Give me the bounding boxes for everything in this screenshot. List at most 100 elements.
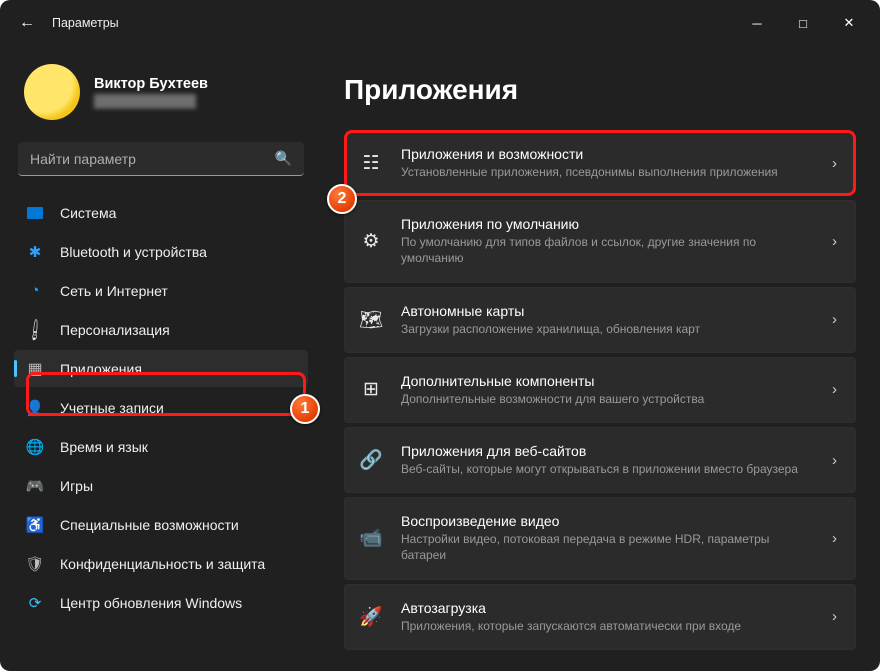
card-default-apps[interactable]: ⚙ Приложения по умолчанию По умолчанию д… — [344, 200, 856, 282]
search-field[interactable]: 🔍 — [18, 142, 304, 176]
profile-text: Виктор Бухтеев ████████████ — [94, 76, 208, 108]
map-icon: 🗺 — [359, 308, 383, 332]
video-icon: 📹 — [359, 526, 383, 550]
card-title: Автономные карты — [401, 303, 814, 319]
display-icon — [26, 204, 44, 222]
search-input[interactable] — [30, 151, 275, 167]
sidebar-item-network[interactable]: ◔ Сеть и Интернет — [14, 272, 308, 309]
card-title: Дополнительные компоненты — [401, 373, 814, 389]
card-optional-features[interactable]: ⊞ Дополнительные компоненты Дополнительн… — [344, 357, 856, 423]
sidebar-item-windows-update[interactable]: ⟳ Центр обновления Windows — [14, 584, 308, 621]
annotation-badge-1: 1 — [290, 394, 320, 424]
close-icon: ✕ — [844, 15, 855, 31]
sidebar-item-personalization[interactable]: 🖌 Персонализация — [14, 311, 308, 348]
shield-icon: 🛡 — [26, 555, 44, 573]
website-apps-icon: 🔗 — [359, 448, 383, 472]
card-subtitle: По умолчанию для типов файлов и ссылок, … — [401, 234, 814, 266]
list-icon: ☷ — [359, 152, 383, 175]
card-body: Автономные карты Загрузки расположение х… — [401, 303, 814, 337]
brush-icon: 🖌 — [22, 317, 47, 342]
avatar — [24, 64, 80, 120]
sidebar-item-system[interactable]: Система — [14, 194, 308, 231]
window-body: Виктор Бухтеев ████████████ 🔍 Система ✱ … — [0, 46, 880, 671]
card-title: Воспроизведение видео — [401, 513, 814, 529]
maximize-button[interactable]: □ — [780, 7, 826, 39]
accessibility-icon: ♿ — [26, 516, 44, 534]
sidebar-item-gaming[interactable]: 🎮 Игры — [14, 467, 308, 504]
sidebar-item-label: Специальные возможности — [60, 517, 239, 533]
card-body: Приложения для веб-сайтов Веб-сайты, кот… — [401, 443, 814, 477]
sidebar-item-label: Учетные записи — [60, 400, 164, 416]
nav-list: Система ✱ Bluetooth и устройства ◔ Сеть … — [10, 194, 312, 621]
maximize-icon: □ — [799, 16, 807, 31]
card-body: Приложения и возможности Установленные п… — [401, 146, 814, 180]
sidebar-item-bluetooth[interactable]: ✱ Bluetooth и устройства — [14, 233, 308, 270]
titlebar: ← Параметры ─ □ ✕ — [0, 0, 880, 46]
card-body: Автозагрузка Приложения, которые запуска… — [401, 600, 814, 634]
card-startup[interactable]: 🚀 Автозагрузка Приложения, которые запус… — [344, 584, 856, 650]
sidebar-item-label: Центр обновления Windows — [60, 595, 242, 611]
card-apps-and-features[interactable]: ☷ Приложения и возможности Установленные… — [344, 130, 856, 196]
sidebar-item-label: Конфиденциальность и защита — [60, 556, 265, 572]
card-title: Приложения по умолчанию — [401, 216, 814, 232]
card-subtitle: Загрузки расположение хранилища, обновле… — [401, 321, 814, 337]
main-content: Приложения ☷ Приложения и возможности Ус… — [322, 46, 880, 671]
chevron-right-icon: › — [832, 452, 837, 469]
page-title: Приложения — [344, 74, 856, 106]
sidebar-item-label: Время и язык — [60, 439, 148, 455]
card-body: Дополнительные компоненты Дополнительные… — [401, 373, 814, 407]
back-button[interactable]: ← — [8, 4, 46, 42]
sidebar: Виктор Бухтеев ████████████ 🔍 Система ✱ … — [0, 46, 322, 671]
card-video-playback[interactable]: 📹 Воспроизведение видео Настройки видео,… — [344, 497, 856, 579]
card-subtitle: Установленные приложения, псевдонимы вып… — [401, 164, 814, 180]
default-apps-icon: ⚙ — [359, 230, 383, 253]
wifi-icon: ◔ — [26, 282, 44, 300]
profile-block[interactable]: Виктор Бухтеев ████████████ — [10, 46, 312, 138]
card-subtitle: Веб-сайты, которые могут открываться в п… — [401, 461, 814, 477]
window-controls: ─ □ ✕ — [734, 7, 872, 39]
chevron-right-icon: › — [832, 233, 837, 250]
sidebar-item-label: Персонализация — [60, 322, 170, 338]
sidebar-item-accessibility[interactable]: ♿ Специальные возможности — [14, 506, 308, 543]
chevron-right-icon: › — [832, 381, 837, 398]
sidebar-item-time-language[interactable]: 🌐 Время и язык — [14, 428, 308, 465]
card-body: Приложения по умолчанию По умолчанию для… — [401, 216, 814, 266]
sidebar-item-apps[interactable]: ▦ Приложения — [14, 350, 308, 387]
sidebar-item-privacy[interactable]: 🛡 Конфиденциальность и защита — [14, 545, 308, 582]
card-body: Воспроизведение видео Настройки видео, п… — [401, 513, 814, 563]
bluetooth-icon: ✱ — [26, 243, 44, 261]
sidebar-item-label: Приложения — [60, 361, 142, 377]
person-icon: 👤 — [26, 399, 44, 417]
window-title: Параметры — [52, 16, 119, 30]
sidebar-item-accounts[interactable]: 👤 Учетные записи — [14, 389, 308, 426]
chevron-right-icon: › — [832, 530, 837, 547]
profile-email: ████████████ — [94, 94, 208, 108]
card-title: Автозагрузка — [401, 600, 814, 616]
gamepad-icon: 🎮 — [26, 477, 44, 495]
close-button[interactable]: ✕ — [826, 7, 872, 39]
card-apps-for-websites[interactable]: 🔗 Приложения для веб-сайтов Веб-сайты, к… — [344, 427, 856, 493]
card-subtitle: Дополнительные возможности для вашего ус… — [401, 391, 814, 407]
apps-icon: ▦ — [26, 360, 44, 378]
settings-window: ← Параметры ─ □ ✕ Виктор Бухтеев ███████… — [0, 0, 880, 671]
card-title: Приложения и возможности — [401, 146, 814, 162]
card-subtitle: Приложения, которые запускаются автомати… — [401, 618, 814, 634]
profile-name: Виктор Бухтеев — [94, 76, 208, 92]
clock-globe-icon: 🌐 — [26, 438, 44, 456]
search-icon: 🔍 — [275, 150, 292, 167]
chevron-right-icon: › — [832, 311, 837, 328]
card-offline-maps[interactable]: 🗺 Автономные карты Загрузки расположение… — [344, 287, 856, 353]
sidebar-item-label: Сеть и Интернет — [60, 283, 168, 299]
minimize-icon: ─ — [752, 16, 761, 31]
card-list: ☷ Приложения и возможности Установленные… — [344, 130, 856, 650]
card-title: Приложения для веб-сайтов — [401, 443, 814, 459]
card-subtitle: Настройки видео, потоковая передача в ре… — [401, 531, 814, 563]
grid-plus-icon: ⊞ — [359, 378, 383, 401]
update-icon: ⟳ — [26, 594, 44, 612]
startup-icon: 🚀 — [359, 605, 383, 629]
annotation-badge-2: 2 — [327, 184, 357, 214]
back-arrow-icon: ← — [19, 14, 35, 32]
sidebar-item-label: Система — [60, 205, 116, 221]
sidebar-item-label: Игры — [60, 478, 93, 494]
minimize-button[interactable]: ─ — [734, 7, 780, 39]
